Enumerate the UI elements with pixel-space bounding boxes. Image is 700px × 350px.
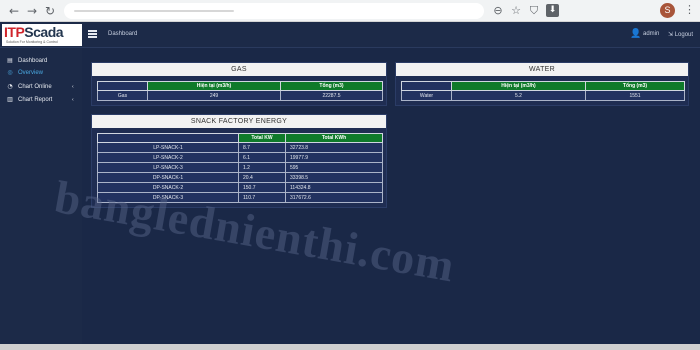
table-cell: LP-SNACK-3 — [97, 162, 239, 173]
table-row: Gas 249 22287.5 — [97, 90, 383, 101]
table-row: LP-SNACK-2 6.1 19977.9 — [97, 152, 383, 163]
table-cell: 1.2 — [238, 162, 286, 173]
user-name[interactable]: admin — [643, 31, 659, 37]
breadcrumb[interactable]: Dashboard — [108, 31, 137, 37]
logo-scada: Scada — [24, 24, 64, 40]
overview-icon: ◎ — [7, 69, 13, 76]
table-cell: 1551 — [585, 90, 685, 101]
chart-online-icon: ◔ — [7, 83, 13, 90]
table-header-cell: Total KWh — [285, 133, 383, 143]
table-header-cell — [97, 81, 148, 91]
sidebar-item-overview[interactable]: ◎ Overview — [0, 67, 82, 79]
table-header-row: Hiện tại (m3/h) Tổng (m3) — [401, 81, 685, 91]
table-cell: 8.7 — [238, 142, 286, 153]
sidebar-item-label: Dashboard — [18, 58, 48, 64]
water-table: Hiện tại (m3/h) Tổng (m3) Water 5.2 1551 — [401, 81, 685, 101]
blurred-url — [74, 10, 234, 12]
table-header-row: Hiện tại (m3/h) Tổng (m3) — [97, 81, 383, 91]
chart-report-icon: ▥ — [7, 96, 13, 103]
table-header-cell — [97, 133, 239, 143]
sidebar-item-chart-online[interactable]: ◔ Chart Online ‹ — [0, 81, 82, 93]
logo-tagline: Solution For Monitoring & Control — [6, 40, 58, 44]
sidebar-item-label: Chart Report — [18, 97, 53, 103]
snack-panel-title: SNACK FACTORY ENERGY — [92, 115, 386, 128]
table-header-row: Total KW Total KWh — [97, 133, 383, 143]
table-cell: 150.7 — [238, 182, 286, 193]
table-header-cell: Total KW — [238, 133, 286, 143]
table-cell: Water — [401, 90, 452, 101]
table-header-cell: Tổng (m3) — [585, 81, 685, 91]
itp-scada-logo[interactable]: ITPScada Solution For Monitoring & Contr… — [2, 24, 82, 46]
table-row: LP-SNACK-3 1.2 595 — [97, 162, 383, 173]
table-cell: 32723.8 — [285, 142, 383, 153]
browser-menu-icon[interactable]: ⋮ — [684, 3, 695, 16]
water-panel: WATER Hiện tại (m3/h) Tổng (m3) Water 5.… — [395, 62, 689, 106]
table-cell: 20.4 — [238, 172, 286, 183]
logout-button[interactable]: ⇲ Logout — [668, 31, 693, 38]
gas-table: Hiện tại (m3/h) Tổng (m3) Gas 249 22287.… — [97, 81, 383, 101]
table-cell: 110.7 — [238, 192, 286, 203]
menu-toggle-icon[interactable] — [88, 30, 97, 38]
logo-text: ITPScada — [4, 24, 64, 40]
shield-icon[interactable]: ⛉ — [526, 3, 542, 19]
back-icon[interactable]: ← — [6, 3, 22, 19]
chevron-left-icon: ‹ — [72, 97, 74, 103]
profile-avatar[interactable]: S — [660, 3, 675, 18]
sidebar-item-chart-report[interactable]: ▥ Chart Report ‹ — [0, 94, 82, 106]
table-header-cell: Hiện tại (m3/h) — [147, 81, 281, 91]
table-header-cell: Tổng (m3) — [280, 81, 383, 91]
table-cell: 5.2 — [451, 90, 586, 101]
forward-icon[interactable]: → — [24, 3, 40, 19]
table-cell: 595 — [285, 162, 383, 173]
browser-toolbar: ← → ↻ ⊖ ☆ ⛉ ⬇ S ⋮ — [0, 0, 700, 22]
table-cell: Gas — [97, 90, 148, 101]
logout-icon: ⇲ — [668, 32, 675, 38]
table-header-cell: Hiện tại (m3/h) — [451, 81, 586, 91]
sidebar-item-label: Chart Online — [18, 84, 52, 90]
table-row: Water 5.2 1551 — [401, 90, 685, 101]
chevron-left-icon: ‹ — [72, 84, 74, 90]
water-panel-title: WATER — [396, 63, 688, 76]
table-cell: 33398.5 — [285, 172, 383, 183]
taskbar-strip — [0, 344, 700, 350]
star-icon[interactable]: ☆ — [508, 3, 524, 19]
table-cell: LP-SNACK-1 — [97, 142, 239, 153]
logout-label: Logout — [674, 32, 694, 38]
table-cell: LP-SNACK-2 — [97, 152, 239, 163]
dashboard-icon: ▤ — [7, 57, 13, 64]
table-cell: 114324.8 — [285, 182, 383, 193]
reload-icon[interactable]: ↻ — [42, 3, 58, 19]
sidebar-item-dashboard[interactable]: ▤ Dashboard — [0, 55, 82, 67]
user-avatar-icon[interactable]: 👤 — [630, 29, 641, 39]
gas-panel: GAS Hiện tại (m3/h) Tổng (m3) Gas 249 22… — [91, 62, 387, 106]
gas-panel-title: GAS — [92, 63, 386, 76]
table-cell: 19977.9 — [285, 152, 383, 163]
download-icon[interactable]: ⬇ — [546, 4, 559, 17]
sidebar-item-label: Overview — [18, 70, 44, 76]
address-bar[interactable] — [64, 3, 484, 19]
table-cell: 6.1 — [238, 152, 286, 163]
table-cell: 22287.5 — [280, 90, 383, 101]
zoom-icon[interactable]: ⊖ — [490, 3, 506, 19]
table-cell: 317672.6 — [285, 192, 383, 203]
table-row: DP-SNACK-1 20.4 33398.5 — [97, 172, 383, 183]
table-cell: 249 — [147, 90, 281, 101]
logo-itp: ITP — [4, 24, 25, 40]
app-header — [0, 22, 700, 48]
table-header-cell — [401, 81, 452, 91]
table-row: LP-SNACK-1 8.7 32723.8 — [97, 142, 383, 153]
